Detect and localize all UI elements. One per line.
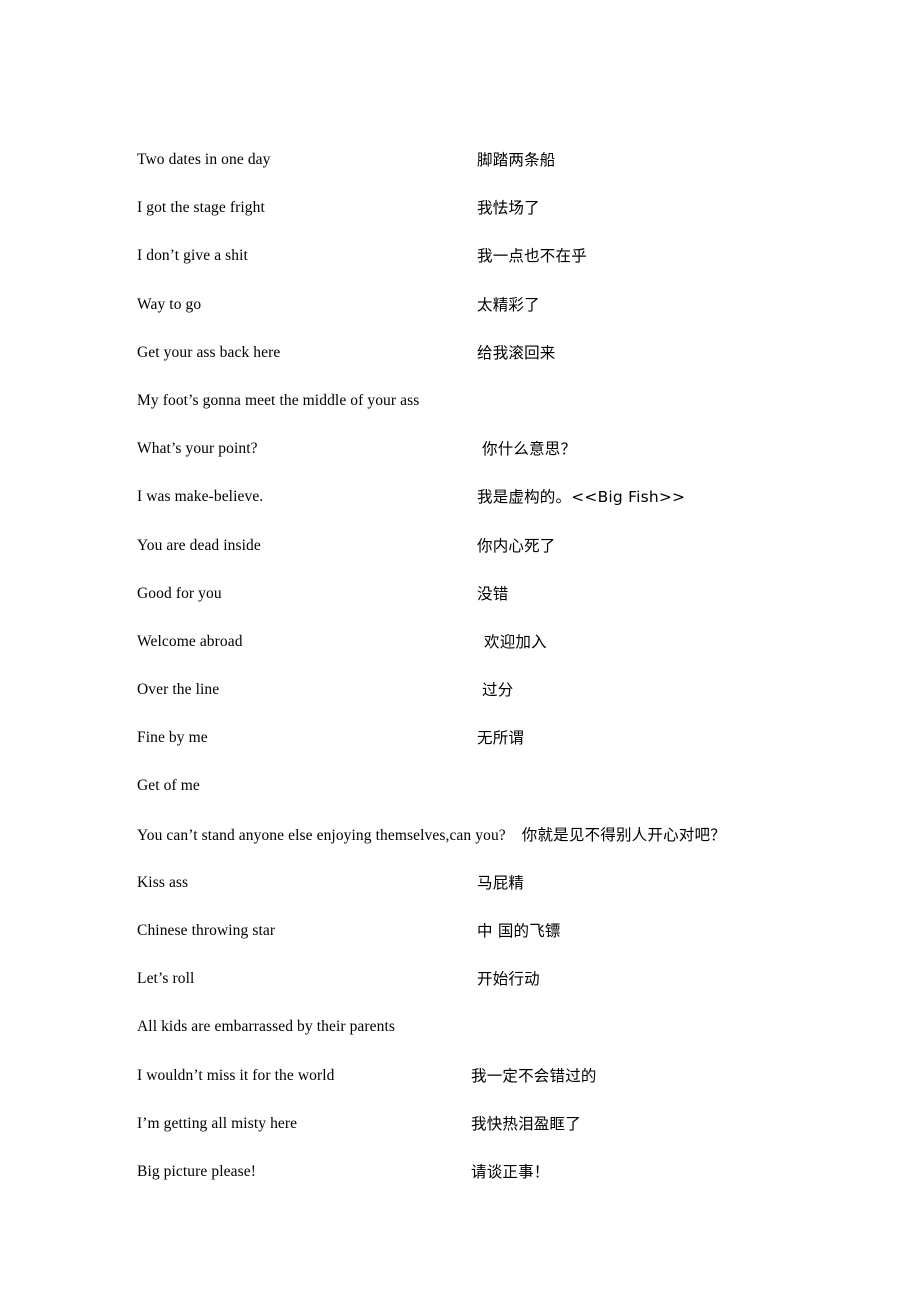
phrase-english: You can’t stand anyone else enjoying the…: [137, 826, 506, 844]
phrase-chinese: 没错: [477, 584, 509, 603]
phrase-english: Big picture please!: [137, 1162, 256, 1180]
phrase-row: Way to go 太精彩了: [137, 281, 837, 329]
phrase-chinese: 我一点也不在乎: [477, 247, 587, 266]
phrase-english: I got the stage fright: [137, 199, 265, 217]
phrase-row: Welcome abroad 欢迎加入: [137, 618, 837, 666]
phrase-english: Good for you: [137, 584, 222, 602]
phrase-english: Fine by me: [137, 729, 208, 747]
phrase-english: You are dead inside: [137, 536, 261, 554]
phrase-row: Over the line 过分: [137, 666, 837, 714]
phrase-row: Fine by me 无所谓: [137, 714, 837, 762]
phrase-chinese: 我快热泪盈眶了: [471, 1114, 581, 1133]
phrase-english: Over the line: [137, 681, 220, 699]
phrase-row: Big picture please! 请谈正事！: [137, 1148, 837, 1196]
phrase-english: Get of me: [137, 777, 200, 795]
phrase-row: Good for you 没错: [137, 570, 837, 618]
phrase-chinese: 给我滚回来: [477, 343, 556, 362]
phrase-english: I don’t give a shit: [137, 247, 248, 265]
phrase-row: I don’t give a shit 我一点也不在乎: [137, 232, 837, 280]
phrase-row: I wouldn’t miss it for the world 我一定不会错过的: [137, 1052, 837, 1100]
phrase-chinese: 你什么意思？: [482, 440, 577, 459]
phrase-chinese: 开始行动: [477, 970, 540, 989]
document-page: Two dates in one day 脚踏两条船 I got the stage…: [0, 0, 920, 1302]
phrase-english: I was make-believe.: [137, 488, 264, 506]
phrase-chinese: 马屁精: [477, 873, 525, 892]
phrase-english: All kids are embarrassed by their parent…: [137, 1018, 396, 1036]
phrase-english: My foot’s gonna meet the middle of your …: [137, 391, 420, 409]
phrase-english: Two dates in one day: [137, 151, 271, 168]
phrase-row: I’m getting all misty here 我快热泪盈眶了: [137, 1100, 837, 1148]
phrase-english: Let’s roll: [137, 970, 195, 988]
phrase-english: Kiss ass: [137, 873, 189, 891]
phrase-row: Kiss ass 马屁精: [137, 859, 837, 907]
phrase-chinese: 你就是见不得别人开心对吧？: [521, 825, 726, 844]
phrase-list: Two dates in one day 脚踏两条船 I got the stage…: [137, 136, 837, 1196]
phrase-chinese: 过分: [482, 681, 514, 700]
phrase-row: What’s your point? 你什么意思？: [137, 425, 837, 473]
phrase-english: What’s your point?: [137, 440, 258, 458]
phrase-row: My foot’s gonna meet the middle of your …: [137, 377, 837, 425]
phrase-row: You can’t stand anyone else enjoying the…: [137, 811, 837, 859]
phrase-english: Way to go: [137, 295, 202, 313]
phrase-english: Chinese throwing star: [137, 922, 276, 939]
phrase-english: Welcome abroad: [137, 632, 243, 650]
phrase-row: All kids are embarrassed by their parent…: [137, 1003, 837, 1051]
phrase-chinese: 我一定不会错过的: [471, 1066, 597, 1085]
phrase-row: You are dead inside 你内心死了: [137, 522, 837, 570]
phrase-chinese: 太精彩了: [477, 295, 540, 314]
phrase-chinese: 我怯场了: [477, 199, 540, 218]
phrase-row: I got the stage fright 我怯场了: [137, 184, 837, 232]
phrase-row: Get of me: [137, 762, 837, 810]
phrase-chinese: 无所谓: [477, 729, 525, 748]
phrase-chinese: 你内心死了: [477, 536, 556, 555]
phrase-row: Get your ass back here 给我滚回来: [137, 329, 837, 377]
phrase-row: Chinese throwing star 中 国的飞镖: [137, 907, 837, 955]
phrase-row: Two dates in one day 脚踏两条船: [137, 136, 837, 184]
phrase-row: I was make-believe. 我是虚构的。<<Big Fish>>: [137, 473, 837, 521]
phrase-chinese: 请谈正事！: [471, 1162, 550, 1181]
phrase-chinese: 我是虚构的。<<Big Fish>>: [477, 488, 686, 507]
phrase-english: Get your ass back here: [137, 343, 281, 361]
phrase-chinese: 中 国的飞镖: [477, 922, 561, 940]
phrase-row: Let’s roll 开始行动: [137, 955, 837, 1003]
phrase-english: I wouldn’t miss it for the world: [137, 1066, 335, 1084]
phrase-english: I’m getting all misty here: [137, 1114, 298, 1132]
phrase-chinese: 欢迎加入: [484, 632, 547, 651]
phrase-chinese: 脚踏两条船: [477, 151, 556, 169]
